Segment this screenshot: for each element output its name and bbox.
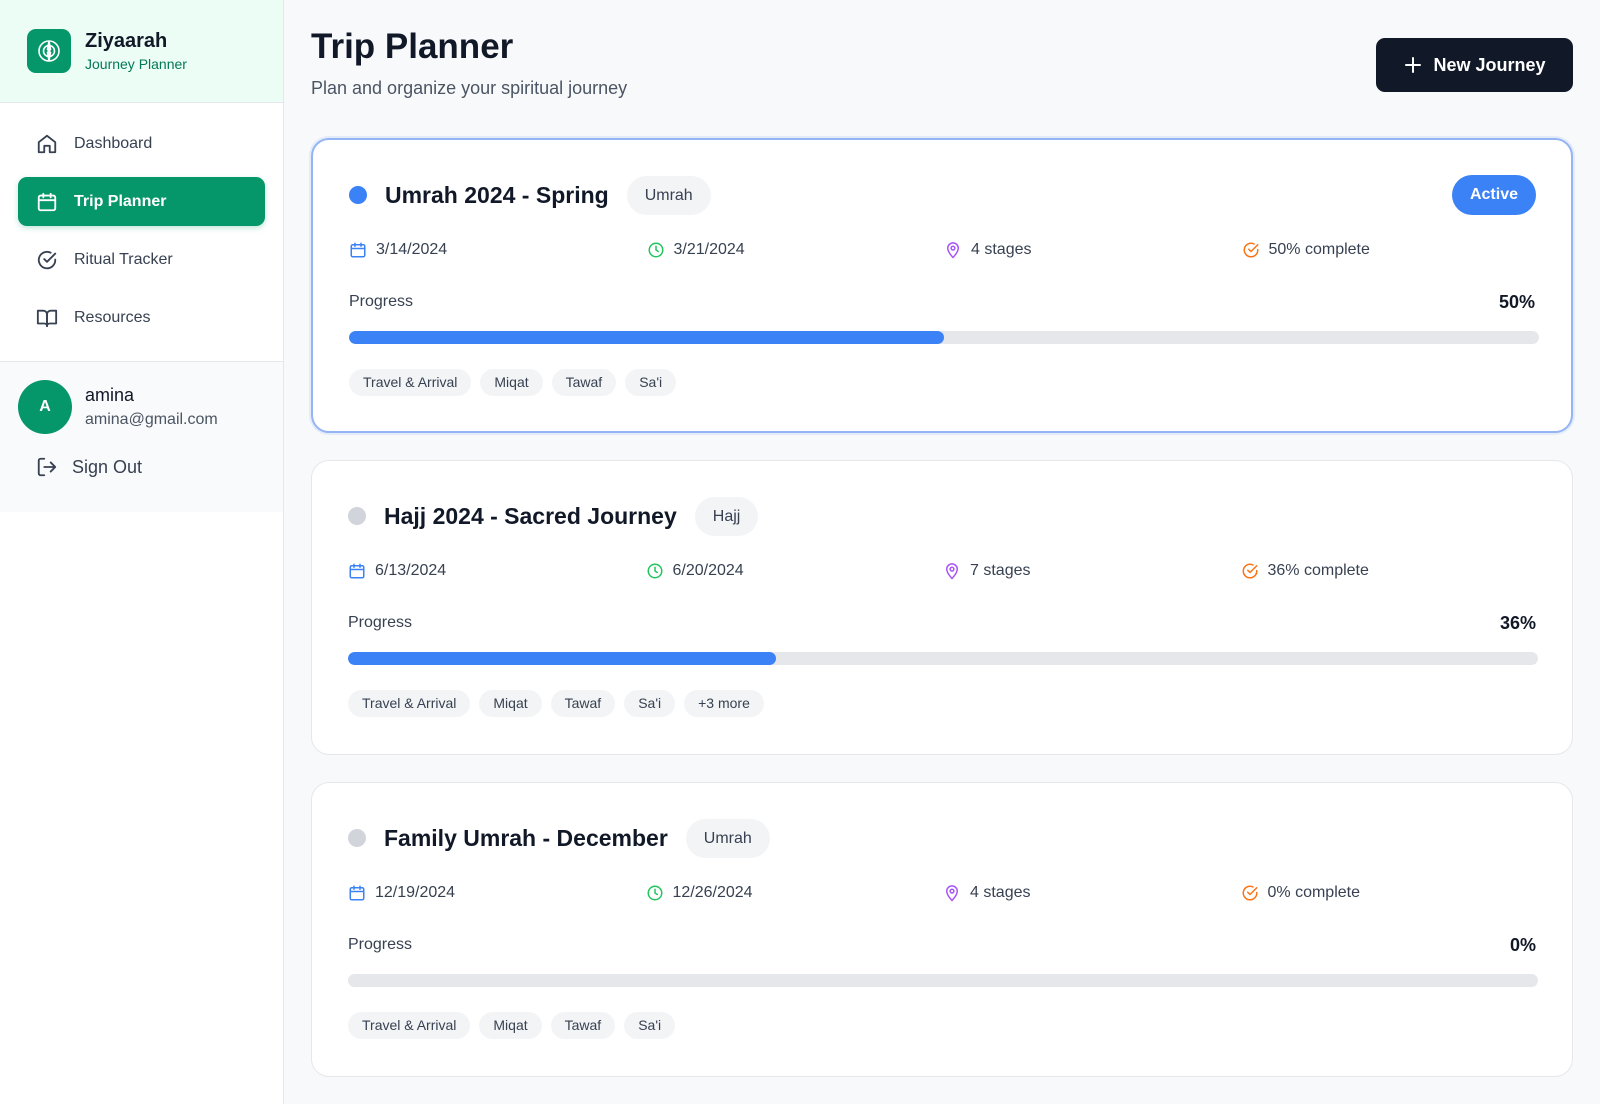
calendar-icon (349, 241, 367, 259)
stage-tag: Tawaf (550, 690, 616, 717)
trip-title: Umrah 2024 - Spring (385, 181, 609, 208)
stage-tags: Travel & Arrival Miqat Tawaf Sa'i (349, 369, 685, 396)
clock-icon (647, 241, 665, 259)
trip-title: Hajj 2024 - Sacred Journey (384, 502, 677, 529)
sidebar-item-label: Trip Planner (74, 192, 167, 210)
plus-icon (1403, 55, 1423, 75)
sidebar-item-label: Ritual Tracker (74, 250, 173, 268)
status-dot (348, 829, 366, 847)
trip-stages: 4 stages (971, 241, 1032, 258)
brand-header: Ziyaarah Journey Planner (0, 0, 283, 103)
stage-tag: Tawaf (551, 369, 617, 396)
log-out-icon (36, 456, 58, 478)
sidebar: Ziyaarah Journey Planner Dashboard Trip … (0, 0, 284, 1104)
trip-stages: 4 stages (970, 884, 1031, 901)
stage-tag: Tawaf (550, 1012, 616, 1039)
status-dot (348, 507, 366, 525)
check-circle-icon (1241, 884, 1259, 902)
trip-stages: 7 stages (970, 562, 1031, 579)
trip-title: Family Umrah - December (384, 824, 668, 851)
progress-label: Progress (349, 293, 414, 310)
stage-tag: Travel & Arrival (349, 369, 472, 396)
map-pin-icon (944, 241, 962, 259)
trip-card[interactable]: Hajj 2024 - Sacred Journey Hajj 6/13/202… (311, 460, 1573, 755)
progress-value: 36% (1499, 613, 1536, 633)
map-pin-icon (943, 562, 961, 580)
progress-value: 0% (1509, 935, 1536, 955)
progress-bar (348, 652, 1538, 665)
trip-complete: 0% complete (1267, 884, 1361, 901)
page-subtitle: Plan and organize your spiritual journey (311, 78, 628, 98)
brand-subtitle: Journey Planner (85, 56, 187, 72)
user-name: amina (85, 385, 135, 405)
sidebar-item-label: Resources (74, 308, 151, 326)
page-title: Trip Planner (311, 27, 514, 66)
sidebar-nav: Dashboard Trip Planner Ritual Tracker Re… (0, 103, 283, 362)
sign-out-button[interactable]: Sign Out (18, 456, 265, 478)
trip-start-date: 12/19/2024 (375, 884, 456, 901)
stage-tags: Travel & Arrival Miqat Tawaf Sa'i +3 mor… (348, 690, 773, 717)
more-stages-tag[interactable]: +3 more (684, 690, 764, 717)
trip-complete: 50% complete (1268, 241, 1370, 258)
main-content: Trip Planner Plan and organize your spir… (311, 0, 1573, 1104)
trip-card[interactable]: Family Umrah - December Umrah 12/19/2024… (311, 782, 1573, 1077)
stage-tag: Miqat (480, 369, 543, 396)
sidebar-item-trip-planner[interactable]: Trip Planner (18, 177, 265, 226)
sidebar-item-resources[interactable]: Resources (18, 293, 265, 342)
progress-bar (349, 331, 1539, 344)
stage-tag: Miqat (479, 1012, 542, 1039)
stage-tag: Travel & Arrival (348, 690, 471, 717)
avatar: A (18, 380, 72, 434)
stage-tag: Sa'i (624, 1012, 676, 1039)
stage-tag: Miqat (479, 690, 542, 717)
sidebar-item-dashboard[interactable]: Dashboard (18, 119, 265, 168)
new-journey-label: New Journey (1433, 54, 1546, 75)
stage-tags: Travel & Arrival Miqat Tawaf Sa'i (348, 1012, 684, 1039)
status-dot (349, 186, 367, 204)
trip-end-date: 12/26/2024 (672, 884, 753, 901)
progress-label: Progress (348, 614, 413, 631)
book-icon (36, 307, 58, 329)
sign-out-label: Sign Out (72, 456, 143, 477)
stage-tag: Sa'i (625, 369, 677, 396)
trip-type-badge: Umrah (626, 175, 711, 215)
progress-fill (348, 652, 777, 665)
trip-type-badge: Umrah (685, 818, 770, 858)
trip-complete: 36% complete (1267, 562, 1369, 579)
map-pin-icon (943, 884, 961, 902)
stage-tag: Travel & Arrival (348, 1012, 471, 1039)
progress-value: 50% (1498, 292, 1535, 312)
brand-name: Ziyaarah (85, 30, 168, 52)
trip-end-date: 3/21/2024 (673, 241, 745, 258)
check-circle-icon (1241, 562, 1259, 580)
trip-type-badge: Hajj (694, 496, 759, 536)
new-journey-button[interactable]: New Journey (1376, 38, 1573, 92)
trip-start-date: 3/14/2024 (376, 241, 448, 258)
page-header: Trip Planner Plan and organize your spir… (311, 0, 1573, 138)
sidebar-item-ritual-tracker[interactable]: Ritual Tracker (18, 235, 265, 284)
user-panel: A amina amina@gmail.com Sign Out (0, 362, 283, 512)
home-icon (36, 133, 58, 155)
progress-fill (349, 331, 944, 344)
progress-label: Progress (348, 936, 413, 953)
sidebar-item-label: Dashboard (74, 134, 153, 152)
trip-card[interactable]: Umrah 2024 - Spring Umrah Active 3/14/20… (311, 138, 1573, 433)
status-badge: Active (1451, 175, 1536, 215)
progress-bar (348, 974, 1538, 987)
user-email: amina@gmail.com (85, 411, 218, 428)
clock-icon (646, 884, 664, 902)
compass-logo-icon (27, 29, 71, 73)
check-circle-icon (1242, 241, 1260, 259)
check-circle-icon (36, 249, 58, 271)
trip-start-date: 6/13/2024 (375, 562, 447, 579)
stage-tag: Sa'i (624, 690, 676, 717)
clock-icon (646, 562, 664, 580)
calendar-icon (348, 562, 366, 580)
trip-end-date: 6/20/2024 (672, 562, 744, 579)
calendar-icon (36, 191, 58, 213)
calendar-icon (348, 884, 366, 902)
